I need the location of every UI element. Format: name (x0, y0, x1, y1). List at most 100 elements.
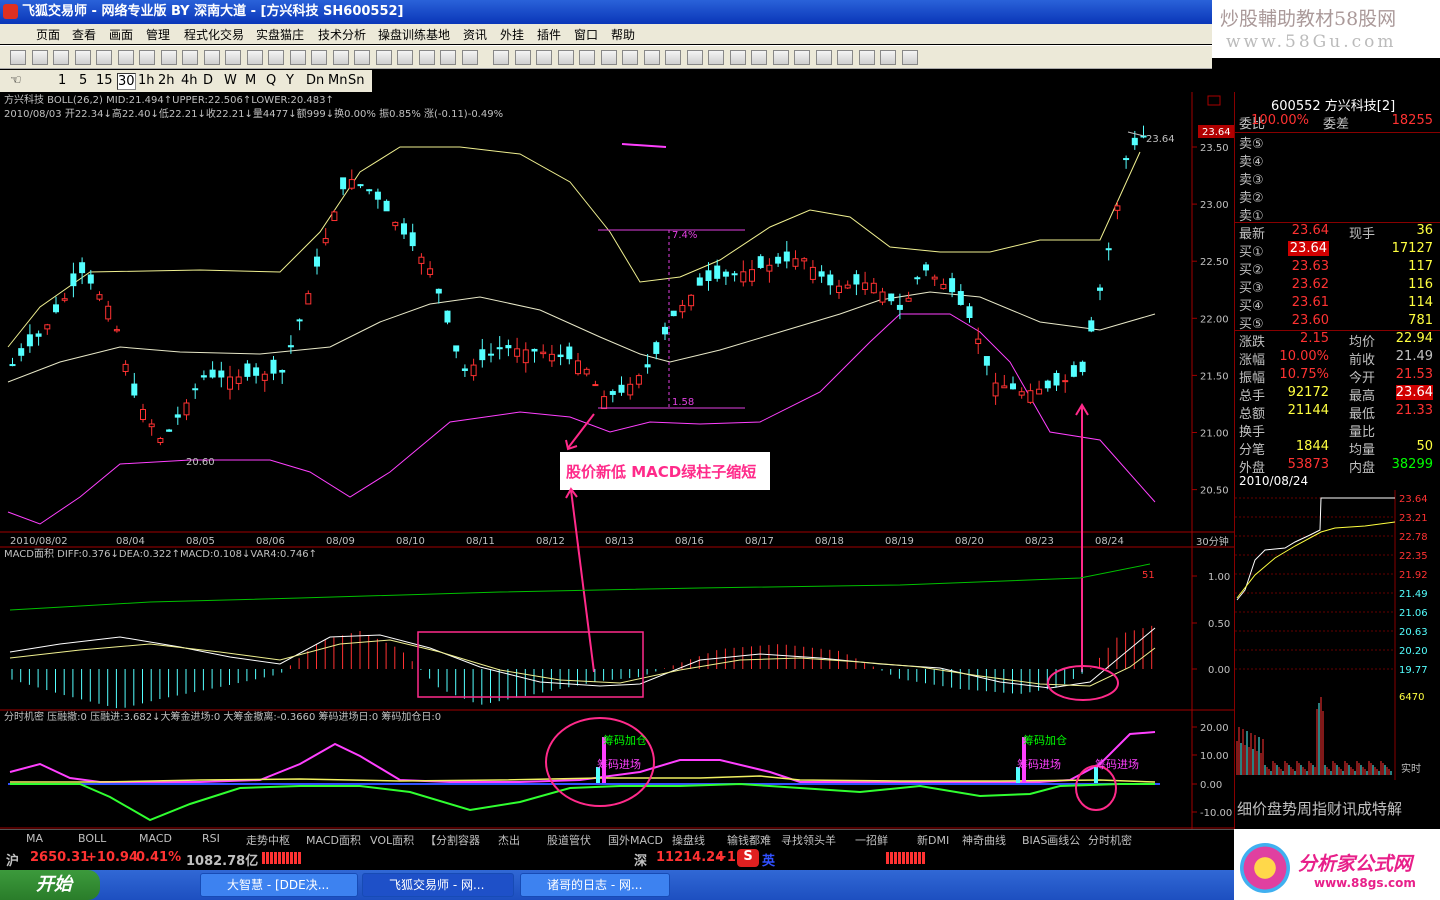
toolbar-icon[interactable] (225, 50, 241, 65)
toolbar-icon[interactable] (557, 50, 574, 65)
toolbar-icon[interactable] (708, 50, 724, 65)
toolbar-icon[interactable] (203, 50, 220, 65)
indicator-tab[interactable]: BOLL (78, 832, 106, 845)
toolbar-icon[interactable] (493, 50, 509, 65)
period-Q[interactable]: Q (266, 73, 276, 88)
toolbar-icon[interactable] (686, 50, 703, 65)
period-1h[interactable]: 1h (138, 73, 155, 88)
period-15[interactable]: 15 (96, 73, 113, 88)
toolbar-icon[interactable] (418, 50, 435, 65)
indicator-tab[interactable]: 操盘线 (672, 832, 705, 848)
task-blog[interactable]: 诸哥的日志 - 网... (520, 873, 670, 897)
indicator-tab[interactable]: 股道管伏 (547, 832, 591, 848)
menu-item-12[interactable]: 帮助 (611, 26, 635, 43)
indicator-tab[interactable]: 一招鲜 (855, 832, 888, 848)
toolbar-icon[interactable] (579, 50, 595, 65)
chart-area[interactable]: 方兴科技 BOLL(26,2) MID:21.494↑UPPER:22.506↑… (0, 92, 1234, 829)
toolbar-icon[interactable] (53, 50, 69, 65)
indicator-tab[interactable]: RSI (202, 832, 220, 845)
start-button[interactable]: 开始 (0, 870, 100, 900)
menu-item-7[interactable]: 操盘训练基地 (378, 26, 450, 43)
indicator-tab[interactable]: 新DMI (917, 832, 949, 848)
menu-item-10[interactable]: 插件 (537, 26, 561, 43)
period-D[interactable]: D (203, 73, 213, 88)
menu-item-2[interactable]: 画面 (109, 26, 133, 43)
menu-item-6[interactable]: 技术分析 (318, 26, 366, 43)
indicator-tab[interactable]: 神奇曲线 (962, 832, 1006, 848)
indicator-tab[interactable]: 分时机密 (1088, 832, 1132, 848)
indicator-tab[interactable]: BIAS画线公 (1022, 832, 1080, 848)
period-Sn[interactable]: Sn (348, 73, 365, 88)
quote-bottom-tabs[interactable]: 细价盘势周指财讯成特解 (1237, 800, 1402, 818)
toolbar-icon[interactable] (268, 50, 284, 65)
indicator-tab[interactable]: 杰出 (498, 832, 520, 848)
indicator-tab[interactable]: 走势中枢 (246, 832, 290, 848)
indicator-tab[interactable]: 国外MACD (608, 832, 663, 848)
toolbar-icon[interactable] (622, 50, 638, 65)
menu-item-1[interactable]: 查看 (72, 26, 96, 43)
toolbar-icon[interactable] (815, 50, 832, 65)
toolbar-icon[interactable] (117, 50, 134, 65)
period-30[interactable]: 30 (117, 73, 136, 90)
toolbar-icon[interactable] (354, 50, 370, 65)
menu-item-5[interactable]: 实盘猫庄 (256, 26, 304, 43)
menu-item-9[interactable]: 外挂 (500, 26, 524, 43)
period-4h[interactable]: 4h (181, 73, 198, 88)
toolbar-icon[interactable] (751, 50, 767, 65)
toolbar-icon[interactable] (600, 50, 617, 65)
toolbar-icon[interactable] (31, 50, 48, 65)
menu-item-3[interactable]: 管理 (146, 26, 170, 43)
toolbar-icon[interactable] (311, 50, 327, 65)
toolbar-icon[interactable] (397, 50, 413, 65)
menu-item-8[interactable]: 资讯 (463, 26, 487, 43)
toolbar-icon[interactable] (246, 50, 263, 65)
hand-cursor-icon[interactable]: ☜ (10, 73, 22, 88)
toolbar-icon[interactable] (96, 50, 112, 65)
period-5[interactable]: 5 (79, 73, 87, 88)
task-dazhihui[interactable]: 大智慧 - [DDE决... (200, 873, 358, 897)
toolbar-icon[interactable] (514, 50, 531, 65)
toolbar-icon[interactable] (794, 50, 810, 65)
period-M[interactable]: M (245, 73, 256, 88)
ime-icon[interactable]: S (737, 849, 759, 867)
toolbar-icon[interactable] (10, 50, 26, 65)
indicator-tab[interactable]: MACD (139, 832, 172, 845)
period-Y[interactable]: Y (286, 73, 294, 88)
intraday-mini-chart[interactable]: 23.64 23.21 22.78 22.35 21.92 21.49 21.06 20.63… (1235, 490, 1440, 830)
toolbar-icon[interactable] (772, 50, 789, 65)
menu-item-4[interactable]: 程式化交易 (184, 26, 244, 43)
indicator-tab[interactable]: 输钱都难 (727, 832, 771, 848)
toolbar-icon[interactable] (182, 50, 198, 65)
toolbar-icon[interactable] (74, 50, 91, 65)
toolbar-icon[interactable] (461, 50, 478, 65)
indicator-tab[interactable]: VOL面积 (370, 832, 414, 848)
toolbar-icon[interactable] (643, 50, 660, 65)
toolbar-icon[interactable] (837, 50, 853, 65)
toolbar-icon[interactable] (289, 50, 306, 65)
toolbar-icon[interactable] (901, 50, 918, 65)
menu-item-0[interactable]: 页面 (36, 26, 60, 43)
toolbar-icon[interactable] (665, 50, 681, 65)
period-Dn[interactable]: Dn (306, 73, 324, 88)
toolbar-icon[interactable] (729, 50, 746, 65)
toolbar-icon[interactable] (536, 50, 552, 65)
indicator-tab[interactable]: MACD面积 (306, 832, 361, 848)
toolbar-icon[interactable] (858, 50, 875, 65)
indicator-tab[interactable]: 【分割容器 (425, 832, 480, 848)
toolbar-icon[interactable] (440, 50, 456, 65)
period-W[interactable]: W (224, 73, 237, 88)
period-Mn[interactable]: Mn (328, 73, 347, 88)
toolbar-icon[interactable] (139, 50, 155, 65)
period-2h[interactable]: 2h (158, 73, 175, 88)
chart-canvas[interactable]: 方兴科技 BOLL(26,2) MID:21.494↑UPPER:22.506↑… (0, 92, 1234, 829)
toolbar-icon[interactable] (332, 50, 349, 65)
toolbar-icon[interactable] (375, 50, 392, 65)
task-feihu[interactable]: 飞狐交易师 - 网... (362, 873, 514, 897)
indicator-tab[interactable]: MA (26, 832, 43, 845)
menu-item-11[interactable]: 窗口 (574, 26, 598, 43)
indicator-tab[interactable]: 寻找领头羊 (781, 832, 836, 848)
toolbar-icon[interactable] (880, 50, 896, 65)
ime-lang[interactable]: 英 (762, 850, 775, 869)
period-1[interactable]: 1 (58, 73, 66, 88)
toolbar-icon[interactable] (160, 50, 177, 65)
